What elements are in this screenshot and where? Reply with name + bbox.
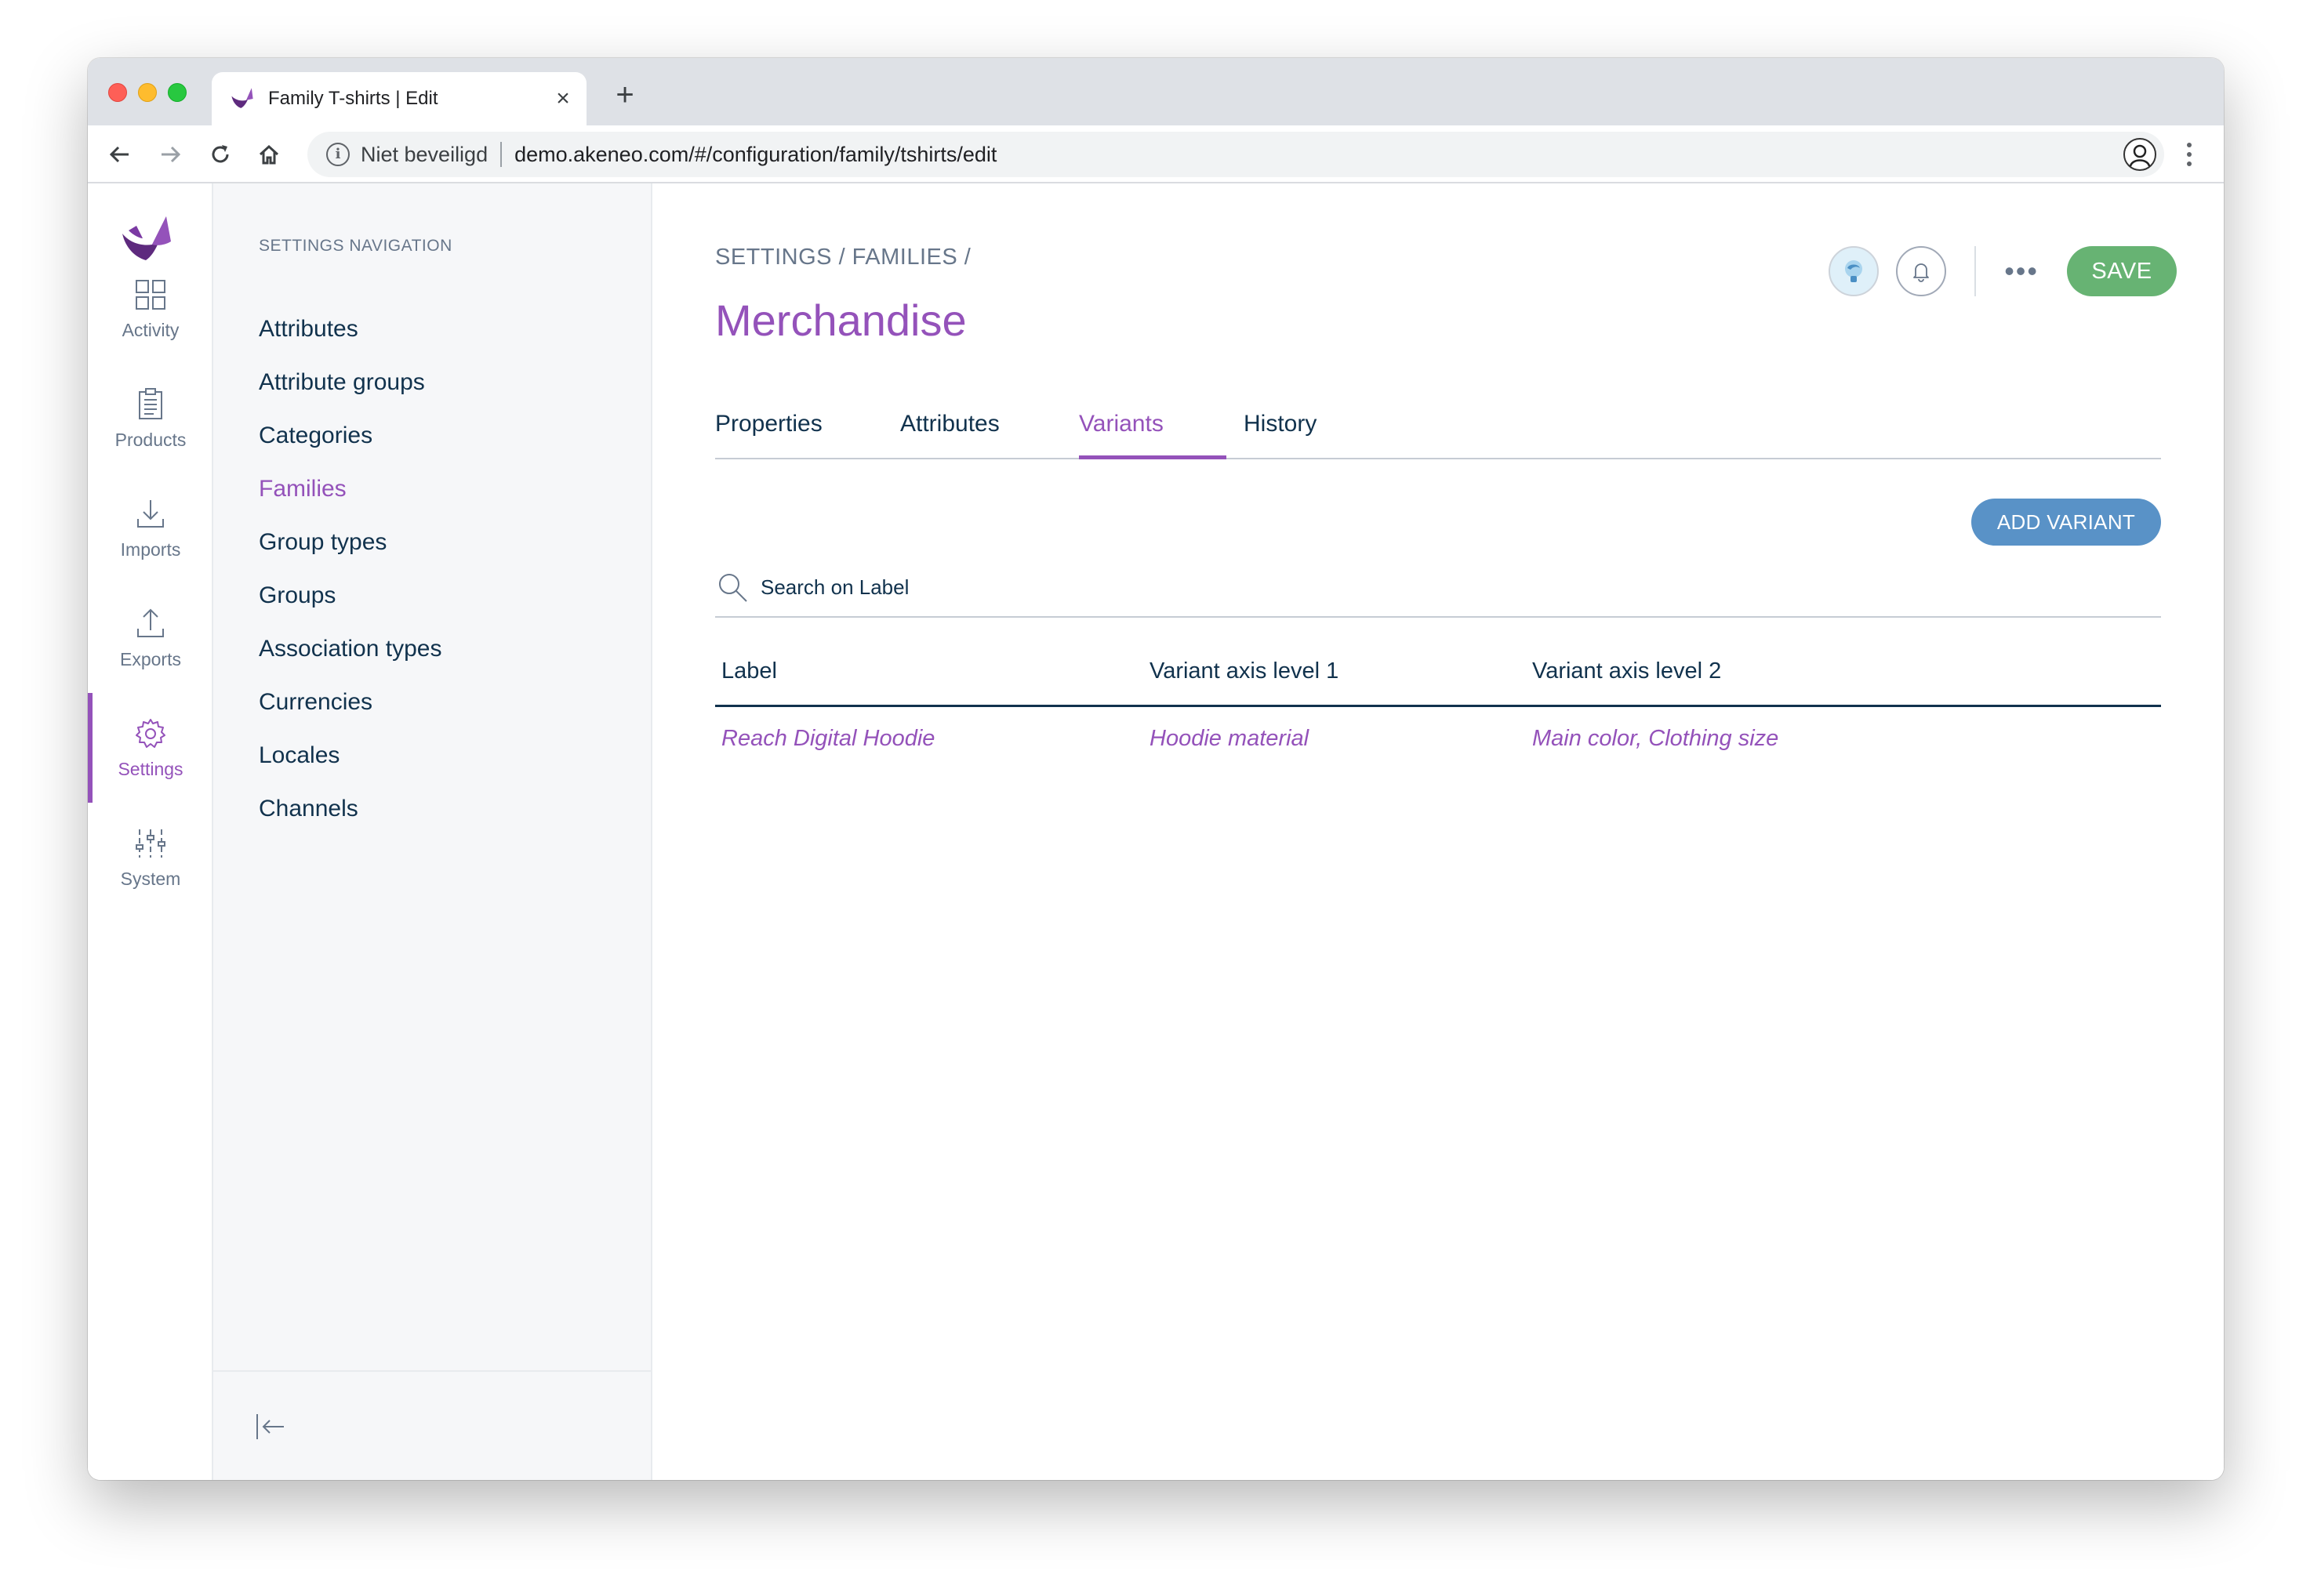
browser-window: Family T-shirts | Edit × + i Niet beveil… (88, 58, 2224, 1480)
browser-tab-title: Family T-shirts | Edit (268, 88, 438, 109)
tab-attributes[interactable]: Attributes (900, 411, 1000, 459)
url-text[interactable]: demo.akeneo.com/#/configuration/family/t… (514, 143, 2124, 167)
maximize-window-button[interactable] (168, 83, 187, 102)
tab-variants[interactable]: Variants (1079, 411, 1226, 459)
variant-axis-level-1-cell: Hoodie material (1150, 726, 1309, 751)
security-label: Niet beveiligd (361, 142, 489, 166)
subnav-item-currencies[interactable]: Currencies (259, 676, 441, 729)
subnav-item-groups[interactable]: Groups (259, 569, 441, 622)
tab-history[interactable]: History (1244, 411, 1317, 459)
subnav-footer (213, 1370, 651, 1480)
menu-item-exports[interactable]: Exports (88, 583, 213, 693)
family-tabs: Properties Attributes Variants History (715, 411, 2161, 459)
close-window-button[interactable] (108, 83, 127, 102)
user-avatar-icon (1845, 260, 1863, 282)
subnav-item-association-types[interactable]: Association types (259, 622, 441, 676)
save-button[interactable]: SAVE (2067, 246, 2177, 296)
column-header-axis-level-1: Variant axis level 1 (1150, 658, 1339, 684)
breadcrumb[interactable]: SETTINGS / FAMILIES / (715, 245, 971, 270)
grid-icon (136, 279, 165, 310)
more-actions-icon[interactable]: ••• (2004, 257, 2039, 285)
user-avatar[interactable] (1829, 246, 1880, 296)
back-icon[interactable] (102, 136, 138, 172)
clipboard-icon (139, 387, 162, 419)
settings-navigation-list: Attributes Attribute groups Categories F… (259, 303, 441, 836)
collapse-panel-icon[interactable] (251, 1408, 289, 1445)
forward-icon[interactable] (152, 136, 188, 172)
menu-item-products[interactable]: Products (88, 364, 213, 473)
search-input[interactable] (761, 575, 1388, 600)
akeneo-app: Activity Products Imports Exports Settin… (88, 183, 2224, 1480)
menu-item-label: System (120, 868, 181, 889)
menu-item-system[interactable]: System (88, 803, 213, 912)
browser-menu-icon[interactable] (2181, 136, 2197, 172)
browser-toolbar: i Niet beveiligd demo.akeneo.com/#/confi… (88, 125, 2224, 183)
menu-item-settings[interactable]: Settings (88, 693, 213, 803)
table-row[interactable]: Reach Digital Hoodie Hoodie material Mai… (715, 707, 2161, 778)
settings-navigation: SETTINGS NAVIGATION Attributes Attribute… (213, 183, 652, 1480)
new-tab-icon[interactable]: + (605, 75, 645, 114)
table-header: Label Variant axis level 1 Variant axis … (715, 654, 2161, 707)
add-variant-button[interactable]: ADD VARIANT (1971, 499, 2161, 546)
page-title: Merchandise (715, 296, 967, 345)
download-icon (137, 499, 164, 528)
browser-tab-strip: Family T-shirts | Edit × + (88, 58, 2224, 125)
subnav-item-attributes[interactable]: Attributes (259, 303, 441, 356)
info-icon[interactable]: i (326, 143, 350, 166)
sliders-icon (136, 829, 165, 858)
tab-properties[interactable]: Properties (715, 411, 823, 459)
subnav-item-channels[interactable]: Channels (259, 782, 441, 836)
menu-item-label: Activity (122, 319, 180, 340)
menu-item-activity[interactable]: Activity (88, 254, 213, 364)
menu-item-imports[interactable]: Imports (88, 473, 213, 583)
gear-icon (136, 718, 165, 748)
browser-tab-active[interactable]: Family T-shirts | Edit × (212, 72, 587, 125)
akeneo-favicon-icon (231, 88, 253, 108)
variant-axis-level-2-cell: Main color, Clothing size (1532, 726, 1779, 751)
header-divider (1974, 246, 1977, 296)
profile-avatar-icon[interactable] (2123, 138, 2156, 171)
subnav-item-group-types[interactable]: Group types (259, 516, 441, 569)
settings-navigation-title: SETTINGS NAVIGATION (259, 237, 452, 255)
search-bar (715, 558, 2161, 618)
subnav-item-families[interactable]: Families (259, 462, 441, 516)
notifications-button[interactable] (1896, 246, 1947, 296)
header-actions: ••• SAVE (1829, 246, 2177, 296)
reload-icon[interactable] (202, 136, 238, 172)
menu-item-label: Exports (120, 648, 181, 669)
column-header-label: Label (721, 658, 777, 684)
subnav-item-locales[interactable]: Locales (259, 729, 441, 782)
address-bar[interactable]: i Niet beveiligd demo.akeneo.com/#/confi… (307, 132, 2164, 177)
bell-icon (1913, 263, 1930, 282)
main-content: SETTINGS / FAMILIES / Merchandise ••• SA… (652, 183, 2224, 1480)
menu-item-label: Imports (120, 539, 181, 560)
main-menu: Activity Products Imports Exports Settin… (88, 183, 213, 1480)
search-icon (719, 574, 747, 602)
minimize-window-button[interactable] (138, 83, 157, 102)
column-header-axis-level-2: Variant axis level 2 (1532, 658, 1722, 684)
variants-table: Label Variant axis level 1 Variant axis … (715, 654, 2161, 778)
tab-close-icon[interactable]: × (547, 85, 579, 112)
upload-icon (137, 608, 164, 637)
home-icon[interactable] (251, 136, 287, 172)
subnav-item-categories[interactable]: Categories (259, 409, 441, 462)
menu-item-label: Settings (118, 758, 183, 779)
menu-item-label: Products (114, 429, 187, 450)
omnibox-divider (500, 142, 503, 167)
subnav-item-attribute-groups[interactable]: Attribute groups (259, 356, 441, 409)
variant-label-cell[interactable]: Reach Digital Hoodie (721, 726, 935, 752)
